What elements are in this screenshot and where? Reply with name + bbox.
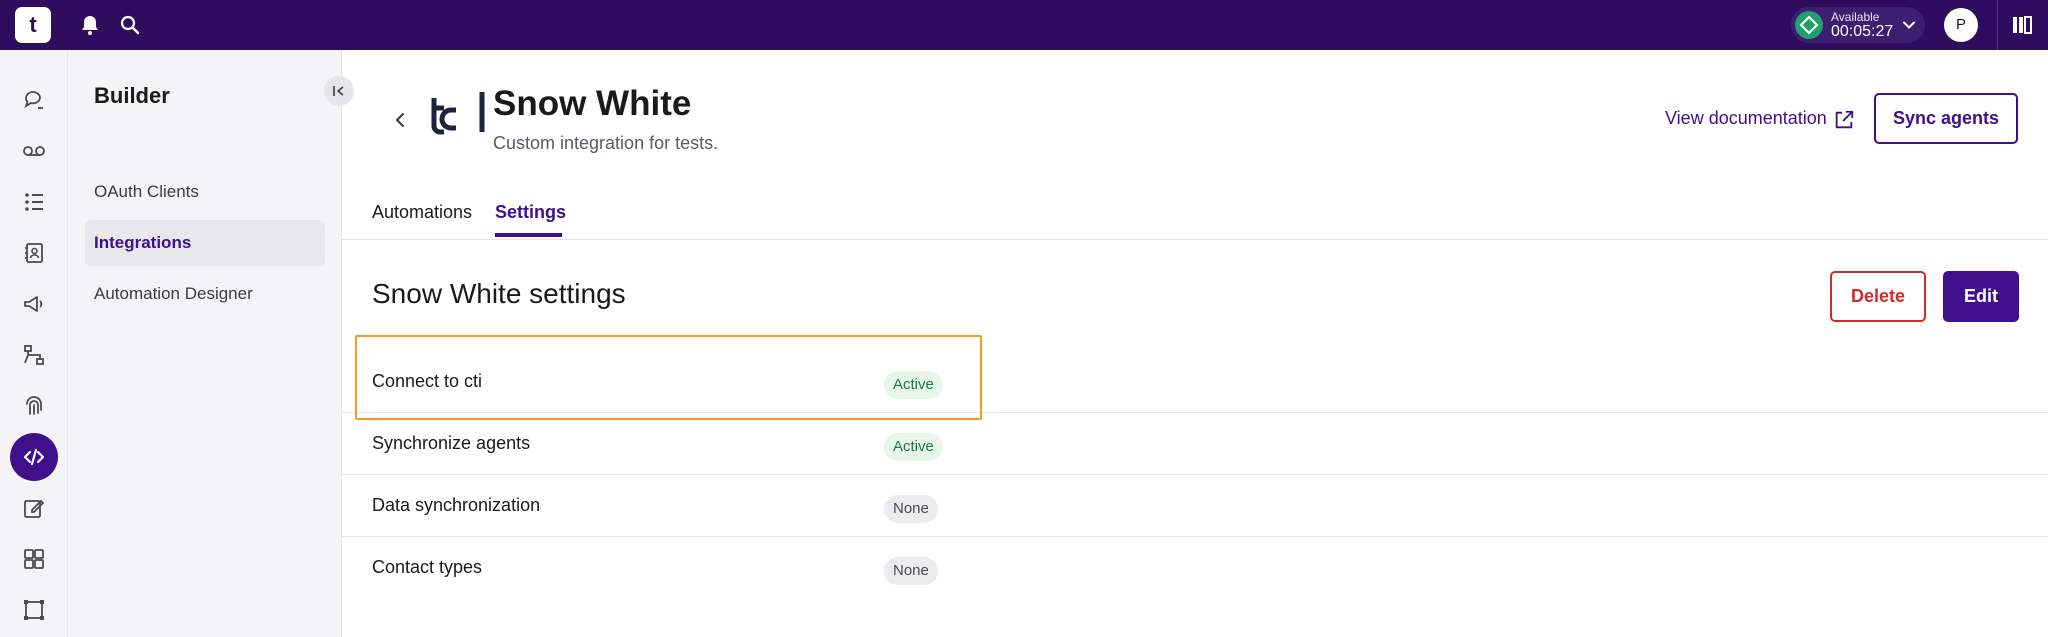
rail-lists[interactable] xyxy=(10,178,58,226)
numbered-list-icon xyxy=(25,193,43,211)
back-arrow-icon[interactable] xyxy=(388,108,412,132)
bell-icon[interactable] xyxy=(78,13,102,37)
setting-label: Data synchronization xyxy=(372,495,541,515)
view-documentation-link[interactable]: View documentation xyxy=(1665,108,1827,129)
setting-label: Contact types xyxy=(372,557,483,577)
search-icon[interactable] xyxy=(118,13,142,37)
workflow-icon xyxy=(24,345,44,365)
rail-voicemail[interactable] xyxy=(10,127,58,175)
voicemail-icon xyxy=(23,146,45,156)
setting-row-data-synchronization: Data synchronization None xyxy=(342,475,2048,537)
setting-label: Synchronize agents xyxy=(372,433,531,453)
conversation-icon xyxy=(24,91,43,109)
tab-automations[interactable]: Automations xyxy=(372,202,472,223)
contacts-book-icon xyxy=(25,243,43,263)
sidebar-item-integrations[interactable]: Integrations xyxy=(85,220,325,266)
tab-settings[interactable]: Settings xyxy=(495,202,566,223)
sidebar-item-label: Automation Designer xyxy=(94,284,253,303)
builder-sidebar: Builder OAuth Clients Integrations Autom… xyxy=(68,50,354,637)
delete-button[interactable]: Delete xyxy=(1830,271,1926,322)
edit-button[interactable]: Edit xyxy=(1943,271,2019,322)
code-icon xyxy=(23,448,45,466)
external-link-icon[interactable] xyxy=(1833,109,1855,131)
top-bar: t Available 00:05:27 P xyxy=(0,0,2048,50)
page-subtitle: Custom integration for tests. xyxy=(493,133,719,153)
setting-row-contact-types: Contact types None xyxy=(342,537,2048,599)
rail-builder[interactable] xyxy=(10,433,58,481)
page-title: Snow White xyxy=(493,84,692,123)
highlight-box xyxy=(355,335,982,420)
megaphone-icon xyxy=(24,296,43,312)
setting-row-synchronize-agents: Synchronize agents Active xyxy=(342,413,2048,475)
active-tab-indicator xyxy=(495,233,562,237)
app-rail xyxy=(0,50,68,637)
chevron-down-icon xyxy=(1903,21,1915,29)
rail-notes[interactable] xyxy=(10,484,58,532)
rail-contacts[interactable] xyxy=(10,229,58,277)
logo-text: t xyxy=(29,12,37,37)
rail-security[interactable] xyxy=(10,382,58,430)
tabs-divider xyxy=(342,239,2048,240)
topbar-divider xyxy=(1997,0,1998,50)
status-label: Available xyxy=(1831,10,1880,24)
avatar-initial: P xyxy=(1955,16,1966,33)
diamond-status-icon xyxy=(1799,15,1819,35)
status-timer: 00:05:27 xyxy=(1831,23,1894,40)
sync-agents-button[interactable]: Sync agents xyxy=(1874,93,2018,144)
availability-status[interactable]: Available 00:05:27 xyxy=(1791,7,1925,43)
status-indicator xyxy=(1795,11,1823,39)
status-badge: None xyxy=(884,495,938,523)
sidebar-item-automation-designer[interactable]: Automation Designer xyxy=(85,271,325,317)
status-badge: None xyxy=(884,557,938,585)
rail-workflows[interactable] xyxy=(10,331,58,379)
dashboard-grid-icon xyxy=(24,549,44,569)
side-panel-icon[interactable] xyxy=(2010,13,2034,37)
selection-frame-icon xyxy=(24,600,44,620)
rail-dashboards[interactable] xyxy=(10,535,58,583)
sidebar-item-label: Integrations xyxy=(94,233,192,252)
sidebar-item-label: OAuth Clients xyxy=(94,182,199,201)
user-avatar[interactable]: P xyxy=(1944,8,1978,42)
status-badge: Active xyxy=(884,433,943,461)
sidebar-item-oauth-clients[interactable]: OAuth Clients xyxy=(85,169,325,215)
rail-conversations[interactable] xyxy=(10,76,58,124)
fingerprint-icon xyxy=(26,396,42,415)
rail-capture[interactable] xyxy=(10,586,58,634)
integration-logo-icon xyxy=(431,92,485,135)
rail-campaigns[interactable] xyxy=(10,280,58,328)
edit-note-icon xyxy=(24,499,45,518)
sidebar-title: Builder xyxy=(94,83,170,108)
main-content: Snow White Custom integration for tests.… xyxy=(342,50,2048,637)
app-logo[interactable]: t xyxy=(15,7,51,43)
settings-section-title: Snow White settings xyxy=(372,278,626,309)
